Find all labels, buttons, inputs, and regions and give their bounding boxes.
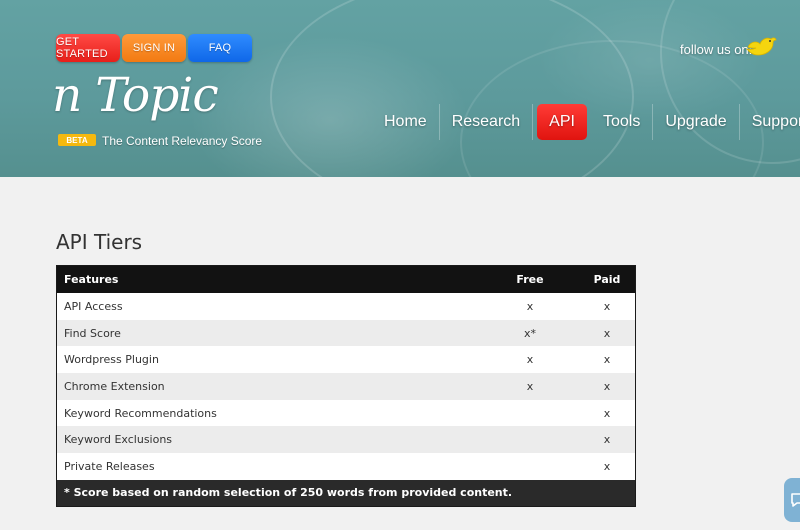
beta-badge: BETA [58,134,96,146]
follow-us-label: follow us on: [680,42,753,57]
feature-cell: API Access [56,293,481,320]
table-footnote: * Score based on random selection of 250… [56,479,636,507]
sign-in-button[interactable]: SIGN IN [122,34,186,62]
nav-upgrade[interactable]: Upgrade [653,104,740,140]
nav-api[interactable]: API [537,104,587,140]
nav-research[interactable]: Research [440,104,534,140]
table-row: Private Releases x [56,453,636,480]
api-tiers-table: Features Free Paid API Access x x Find S… [56,265,636,507]
nav-support[interactable]: Support [740,104,800,140]
column-header-features: Features [56,265,481,293]
get-started-button[interactable]: GET STARTED [56,34,120,62]
nav-home[interactable]: Home [372,104,440,140]
chat-icon [791,493,800,507]
free-cell: x [481,293,579,320]
paid-cell: x [579,373,636,400]
nav-tools[interactable]: Tools [591,104,654,140]
paid-cell: x [579,346,636,374]
column-header-paid: Paid [579,265,636,293]
paid-cell: x [579,426,636,454]
paid-cell: x [579,319,636,347]
feature-cell: Private Releases [56,453,481,480]
table-row: API Access x x [56,293,636,320]
feature-cell: Find Score [56,319,481,347]
bird-icon[interactable] [745,33,777,59]
logo-tagline: The Content Relevancy Score [102,134,263,148]
feature-cell: Keyword Exclusions [56,426,481,454]
feature-cell: Wordpress Plugin [56,346,481,374]
free-cell: x [481,373,579,400]
table-row: Keyword Exclusions x [56,426,636,454]
paid-cell: x [579,293,636,320]
paid-cell: x [579,399,636,427]
column-header-free: Free [481,265,579,293]
free-cell [481,453,579,480]
table-row: Chrome Extension x x [56,373,636,400]
feature-cell: Chrome Extension [56,373,481,400]
table-row: Find Score x* x [56,319,636,347]
free-cell: x* [481,319,579,347]
feature-cell: Keyword Recommendations [56,399,481,427]
logo-wordmark[interactable]: n Topic [52,72,242,142]
main-nav: Home Research API Tools Upgrade Support [372,104,800,140]
page-title: API Tiers [56,230,143,254]
table-header-row: Features Free Paid [56,265,636,293]
free-cell [481,399,579,427]
table-row: Wordpress Plugin x x [56,346,636,374]
chat-widget[interactable] [784,478,800,522]
free-cell [481,426,579,454]
table-row: Keyword Recommendations x [56,399,636,427]
paid-cell: x [579,453,636,480]
faq-button[interactable]: FAQ [188,34,252,62]
table-footnote-row: * Score based on random selection of 250… [56,479,636,507]
site-header: GET STARTED SIGN IN FAQ follow us on: n … [0,0,800,177]
free-cell: x [481,346,579,374]
